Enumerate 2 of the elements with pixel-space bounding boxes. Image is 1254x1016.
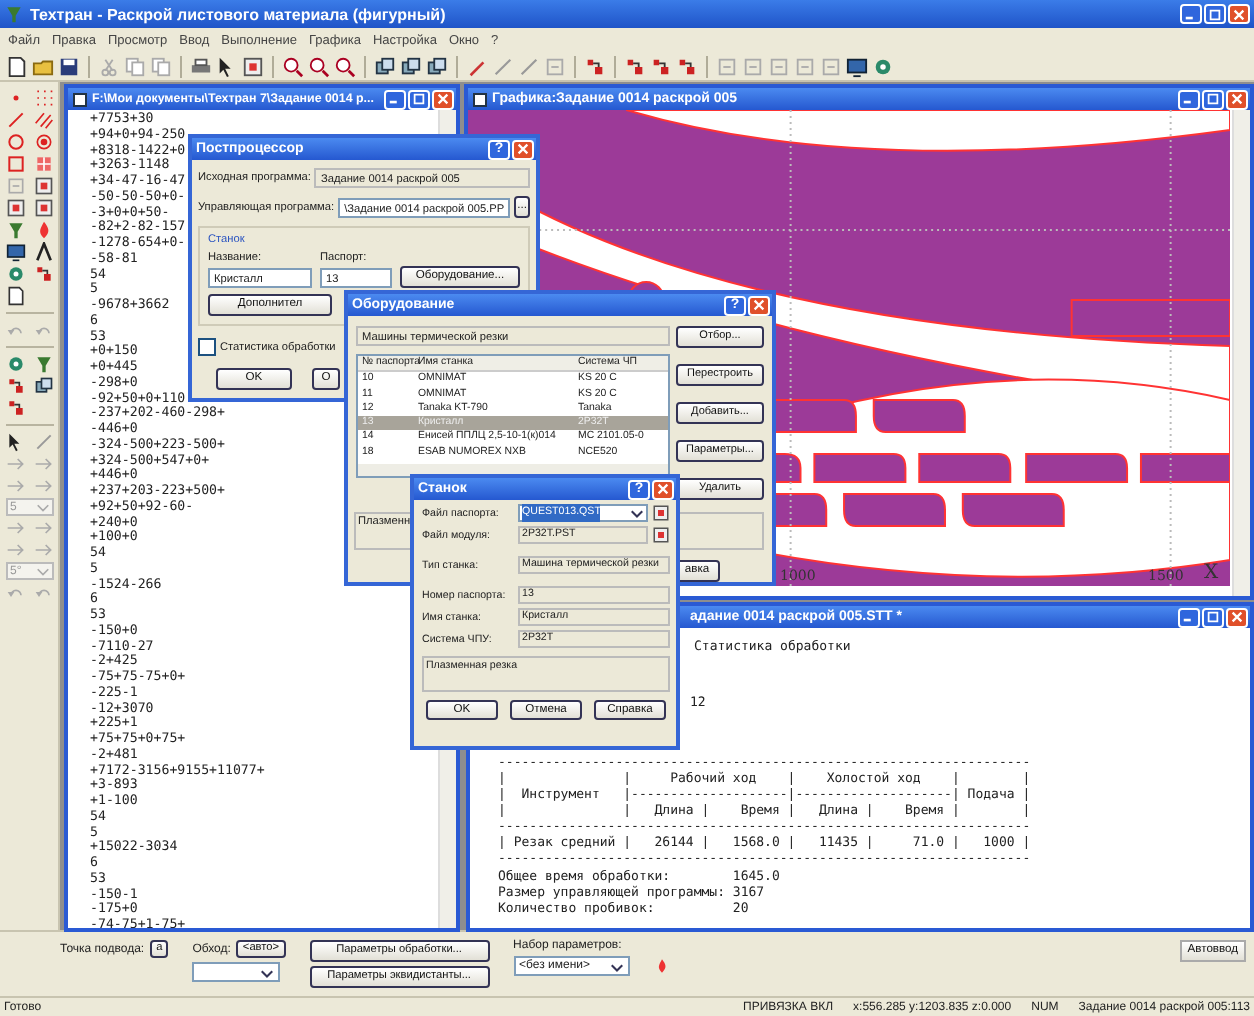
axis-label: X bbox=[1204, 562, 1219, 584]
window-title: Техтран - Раскрой листового материала (фигурный) bbox=[30, 5, 446, 23]
